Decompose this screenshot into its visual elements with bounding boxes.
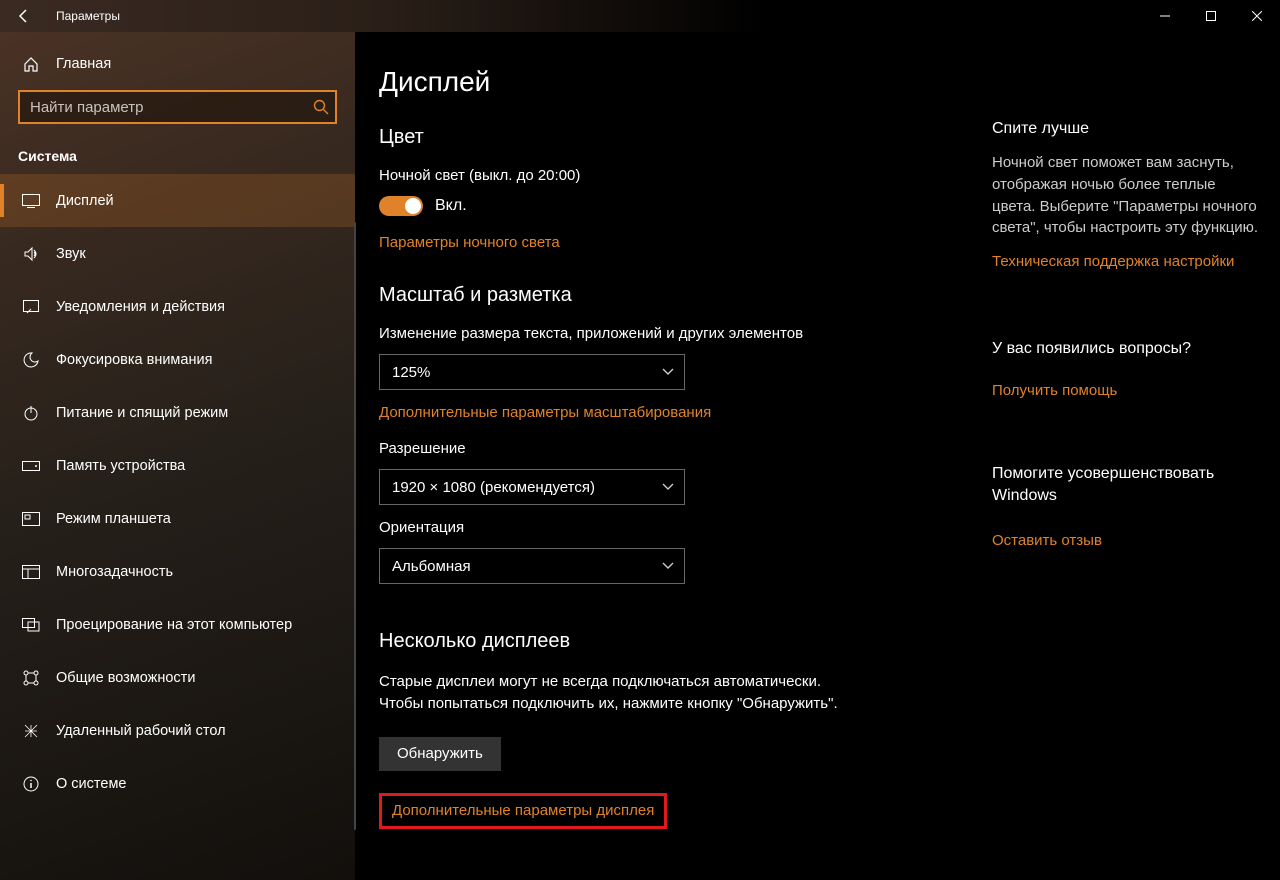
sidebar-item-label: Память устройства [56, 458, 185, 474]
chevron-down-icon [662, 562, 674, 570]
window-title: Параметры [56, 9, 120, 23]
sidebar-item-label: Многозадачность [56, 564, 173, 580]
sidebar-item-label: Питание и спящий режим [56, 405, 228, 421]
chevron-down-icon [662, 368, 674, 376]
tablet-icon [22, 512, 40, 526]
sidebar-item-multitask[interactable]: Многозадачность [0, 545, 355, 598]
remote-icon [22, 723, 40, 739]
sidebar-item-display[interactable]: Дисплей [0, 174, 355, 227]
sidebar-item-storage[interactable]: Память устройства [0, 439, 355, 492]
sidebar-item-label: Режим планшета [56, 511, 171, 527]
night-light-label: Ночной свет (выкл. до 20:00) [379, 167, 948, 184]
maximize-button[interactable] [1188, 0, 1234, 32]
aside-sleep-body: Ночной свет поможет вам заснуть, отображ… [992, 152, 1260, 239]
toggle-state-label: Вкл. [435, 197, 467, 215]
power-icon [22, 405, 40, 421]
sidebar-item-sound[interactable]: Звук [0, 227, 355, 280]
close-button[interactable] [1234, 0, 1280, 32]
chevron-down-icon [662, 483, 674, 491]
aside-panel: Спите лучше Ночной свет поможет вам засн… [988, 32, 1280, 880]
scale-combo[interactable]: 125% [379, 354, 685, 390]
resolution-label: Разрешение [379, 440, 948, 457]
aside-sleep-title: Спите лучше [992, 120, 1260, 138]
section-multi-title: Несколько дисплеев [379, 630, 948, 653]
support-link[interactable]: Техническая поддержка настройки [992, 253, 1234, 270]
section-scale-title: Масштаб и разметка [379, 284, 948, 307]
titlebar: Параметры [0, 0, 1280, 32]
page-title: Дисплей [379, 66, 948, 98]
section-color-title: Цвет [379, 126, 948, 149]
night-light-toggle[interactable] [379, 196, 423, 216]
orientation-label: Ориентация [379, 519, 948, 536]
back-button[interactable] [0, 0, 48, 32]
orientation-combo[interactable]: Альбомная [379, 548, 685, 584]
search-input[interactable] [18, 90, 337, 124]
search-icon [313, 99, 329, 115]
sidebar-item-label: Удаленный рабочий стол [56, 723, 226, 739]
resize-label: Изменение размера текста, приложений и д… [379, 325, 948, 342]
sidebar-item-label: Проецирование на этот компьютер [56, 617, 292, 633]
sidebar-section-title: Система [0, 130, 355, 174]
advanced-scale-link[interactable]: Дополнительные параметры масштабирования [379, 404, 711, 421]
sidebar-item-focus[interactable]: Фокусировка внимания [0, 333, 355, 386]
multitask-icon [22, 565, 40, 579]
home-button[interactable]: Главная [0, 46, 355, 82]
sound-icon [22, 246, 40, 262]
about-icon [22, 776, 40, 792]
sidebar-item-power[interactable]: Питание и спящий режим [0, 386, 355, 439]
notifications-icon [22, 300, 40, 314]
sidebar-item-label: Звук [56, 246, 86, 262]
resolution-combo[interactable]: 1920 × 1080 (рекомендуется) [379, 469, 685, 505]
aside-questions-title: У вас появились вопросы? [992, 340, 1260, 358]
display-icon [22, 194, 40, 208]
orientation-value: Альбомная [392, 558, 471, 575]
sidebar-item-shared[interactable]: Общие возможности [0, 651, 355, 704]
help-link[interactable]: Получить помощь [992, 382, 1117, 399]
advanced-display-link[interactable]: Дополнительные параметры дисплея [392, 802, 654, 819]
sidebar-item-about[interactable]: О системе [0, 757, 355, 810]
aside-improve-title: Помогите усовершенствовать Windows [992, 463, 1260, 508]
shared-icon [22, 670, 40, 686]
home-icon [22, 56, 40, 72]
sidebar-item-label: Общие возможности [56, 670, 195, 686]
sidebar-item-label: Дисплей [56, 193, 114, 209]
minimize-button[interactable] [1142, 0, 1188, 32]
highlighted-link-box: Дополнительные параметры дисплея [379, 793, 667, 829]
home-label: Главная [56, 56, 111, 72]
detect-button[interactable]: Обнаружить [379, 737, 501, 771]
sidebar-item-label: О системе [56, 776, 126, 792]
focus-icon [22, 352, 40, 368]
multi-description: Старые дисплеи могут не всегда подключат… [379, 671, 859, 715]
night-light-settings-link[interactable]: Параметры ночного света [379, 234, 560, 251]
sidebar-item-label: Фокусировка внимания [56, 352, 212, 368]
sidebar-item-tablet[interactable]: Режим планшета [0, 492, 355, 545]
main-content: Дисплей Цвет Ночной свет (выкл. до 20:00… [355, 32, 988, 880]
sidebar-item-label: Уведомления и действия [56, 299, 225, 315]
resolution-value: 1920 × 1080 (рекомендуется) [392, 479, 595, 496]
sidebar: Главная Система Дисплей Звук [0, 32, 355, 880]
minimize-icon [1160, 11, 1170, 21]
sidebar-item-remote[interactable]: Удаленный рабочий стол [0, 704, 355, 757]
arrow-left-icon [16, 8, 32, 24]
maximize-icon [1206, 11, 1216, 21]
feedback-link[interactable]: Оставить отзыв [992, 532, 1102, 549]
sidebar-item-project[interactable]: Проецирование на этот компьютер [0, 598, 355, 651]
storage-icon [22, 461, 40, 471]
close-icon [1252, 11, 1262, 21]
scale-value: 125% [392, 364, 430, 381]
sidebar-item-notifications[interactable]: Уведомления и действия [0, 280, 355, 333]
project-icon [22, 618, 40, 632]
